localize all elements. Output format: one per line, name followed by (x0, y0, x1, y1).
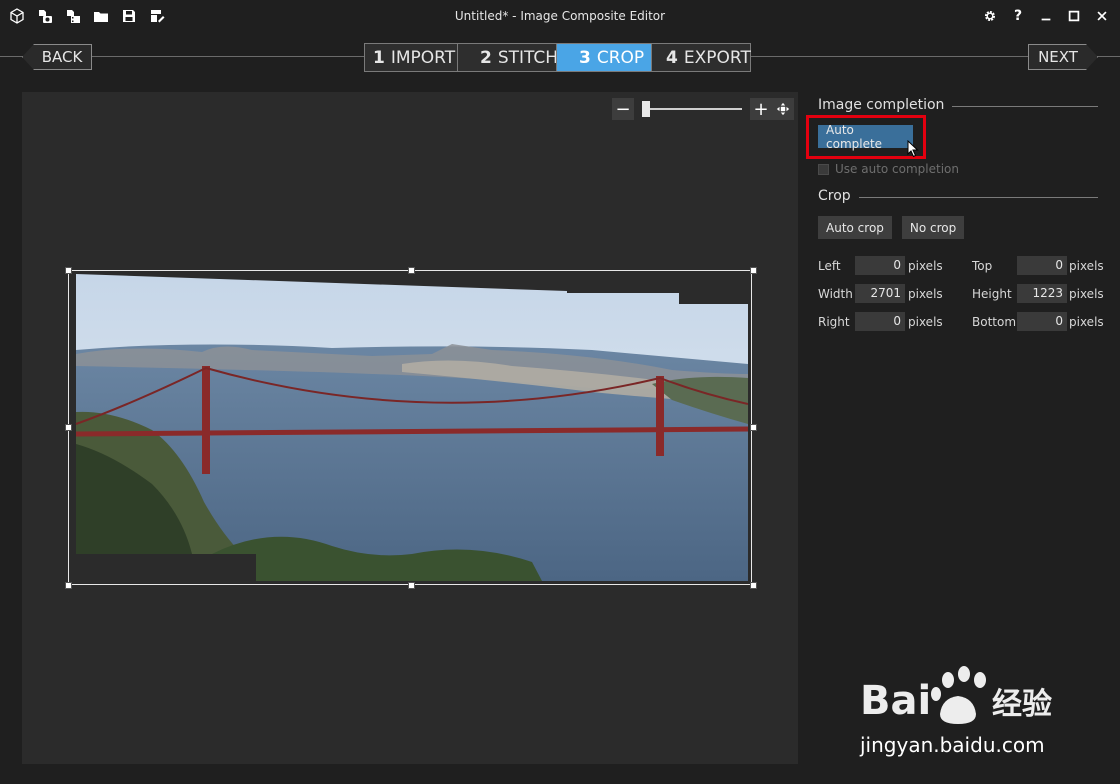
crop-row-2: Width 2701 pixels Height 1223 pixels (818, 283, 1104, 311)
zoom-slider[interactable] (642, 98, 742, 120)
workflow-nav: BACK 1 IMPORT 2 STITCH 3 CROP 4 EXPORT N… (0, 34, 1120, 80)
step-label: STITCH (497, 47, 559, 68)
image-completion-heading: Image completion (818, 97, 1098, 113)
step-import[interactable]: 1 IMPORT (364, 43, 458, 72)
crop-handle-top-right[interactable] (750, 267, 757, 274)
right-field[interactable]: 0 (855, 312, 905, 331)
height-field[interactable]: 1223 (1017, 284, 1067, 303)
crop-row-3: Right 0 pixels Bottom 0 pixels (818, 311, 1104, 339)
step-label: IMPORT (390, 47, 456, 68)
svg-text:经验: 经验 (992, 687, 1052, 722)
crop-handle-top[interactable] (408, 267, 415, 274)
preview-canvas[interactable]: − + (22, 92, 798, 764)
maximize-icon[interactable] (1064, 6, 1084, 26)
watermark-url: jingyan.baidu.com (860, 733, 1045, 757)
left-field[interactable]: 0 (855, 256, 905, 275)
zoom-slider-thumb[interactable] (642, 101, 650, 117)
help-icon[interactable]: ? (1008, 6, 1028, 26)
crop-handle-bottom-right[interactable] (750, 582, 757, 589)
step-crop[interactable]: 3 CROP (556, 43, 652, 72)
use-auto-completion-checkbox[interactable] (818, 163, 829, 175)
crop-handle-bottom-left[interactable] (65, 582, 72, 589)
unit-label: pixels (1069, 259, 1104, 273)
section-title-text: Image completion (818, 97, 945, 113)
unit-label: pixels (908, 315, 943, 329)
no-crop-button[interactable]: No crop (901, 216, 965, 239)
step-number: 4 (666, 47, 678, 68)
mouse-cursor-icon (907, 140, 919, 158)
title-bar: Untitled* - Image Composite Editor ? (0, 0, 1120, 34)
step-indicator: 1 IMPORT 2 STITCH 3 CROP 4 EXPORT (364, 43, 751, 72)
image-completion-section: Image completion Auto complete Use auto … (806, 92, 1100, 188)
zoom-out-button[interactable]: − (612, 98, 634, 120)
step-number: 2 (480, 47, 492, 68)
bottom-field[interactable]: 0 (1017, 312, 1067, 331)
field-label: Left (818, 259, 841, 273)
use-auto-completion-option[interactable]: Use auto completion (818, 162, 959, 176)
width-field[interactable]: 2701 (855, 284, 905, 303)
minimize-icon[interactable] (1036, 6, 1056, 26)
window-title: Untitled* - Image Composite Editor (454, 9, 666, 23)
step-number: 3 (579, 47, 591, 68)
crop-handle-left[interactable] (65, 424, 72, 431)
zoom-slider-track (642, 108, 742, 110)
crop-row-1: Left 0 pixels Top 0 pixels (818, 255, 1104, 283)
back-button[interactable]: BACK (22, 44, 92, 70)
unit-label: pixels (908, 287, 943, 301)
top-field[interactable]: 0 (1017, 256, 1067, 275)
unit-label: pixels (908, 259, 943, 273)
window-controls: ? (980, 6, 1112, 26)
step-label: EXPORT (683, 47, 751, 68)
crop-section: Crop Auto crop No crop Left 0 pixels Top… (818, 188, 1104, 339)
field-label: Width (818, 287, 853, 301)
field-label: Bottom (972, 315, 1017, 329)
close-icon[interactable] (1092, 6, 1112, 26)
field-label: Right (818, 315, 850, 329)
crop-panel: Image completion Auto complete Use auto … (806, 92, 1104, 339)
step-number: 1 (373, 47, 385, 68)
crop-handle-right[interactable] (750, 424, 757, 431)
section-divider (858, 197, 1098, 198)
step-export[interactable]: 4 EXPORT (651, 43, 751, 72)
field-label: Height (972, 287, 1012, 301)
section-title-text: Crop (818, 188, 851, 204)
step-label: CROP (596, 47, 645, 68)
unit-label: pixels (1069, 315, 1104, 329)
section-divider (952, 106, 1098, 107)
crop-handle-top-left[interactable] (65, 267, 72, 274)
svg-text:Bai: Bai (860, 678, 931, 724)
step-stitch[interactable]: 2 STITCH (457, 43, 559, 72)
zoom-in-button[interactable]: + (750, 98, 772, 120)
baidu-logo-icon: Bai 经验 (860, 666, 1052, 724)
crop-actions: Auto crop No crop (818, 216, 1100, 239)
settings-icon[interactable] (980, 6, 1000, 26)
checkbox-label: Use auto completion (835, 162, 960, 176)
panorama-preview[interactable] (65, 267, 757, 589)
next-button[interactable]: NEXT (1028, 44, 1098, 70)
fit-to-window-icon[interactable] (772, 98, 794, 120)
field-label: Top (972, 259, 993, 273)
crop-fields: Left 0 pixels Top 0 pixels Width 2701 pi… (818, 255, 1104, 339)
unit-label: pixels (1069, 287, 1104, 301)
crop-handle-bottom[interactable] (408, 582, 415, 589)
zoom-controls: − + (612, 98, 794, 120)
crop-heading: Crop (818, 188, 1098, 204)
crop-rectangle[interactable] (68, 270, 752, 585)
auto-crop-button[interactable]: Auto crop (818, 216, 892, 239)
